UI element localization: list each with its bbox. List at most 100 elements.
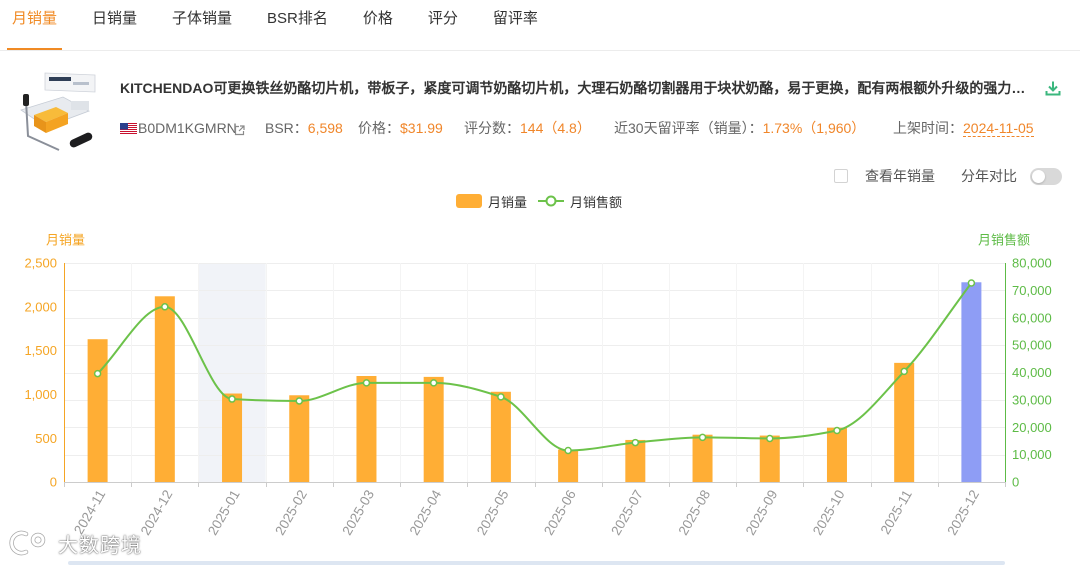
- monthly-sales-bar-2025-04[interactable]: [423, 376, 444, 482]
- y-axis-right-tick-label: 30,000: [1012, 392, 1052, 407]
- monthly-revenue-point-2025-04[interactable]: [429, 379, 438, 387]
- x-axis-tick-label: 2025-12: [944, 487, 982, 537]
- sales-revenue-chart[interactable]: 月销量 月销售额 0 500 1,000 1,500 2,000 2,500 0 10,000 20…: [0, 225, 1080, 565]
- price-info: 价格：$31.99: [358, 119, 443, 137]
- monthly-sales-bar-2025-02[interactable]: [289, 395, 310, 482]
- y-axis-left-tick-label: 2,000: [24, 299, 57, 314]
- year-compare-toggle[interactable]: [1030, 168, 1062, 185]
- monthly-sales-bar-2025-09[interactable]: [759, 435, 780, 482]
- year-compare-label: 分年对比: [961, 168, 1017, 184]
- legend-bar-swatch: [456, 194, 482, 208]
- monthly-revenue-point-2025-12[interactable]: [967, 279, 976, 287]
- monthly-sales-bar-2025-01[interactable]: [222, 393, 243, 482]
- bsr-info: BSR：6,598: [265, 119, 343, 137]
- ratings-value: 144（4.8）: [520, 120, 591, 136]
- x-axis-tick-label: 2025-09: [743, 487, 781, 537]
- y-axis-right-tick-label: 0: [1012, 475, 1019, 490]
- monthly-revenue-point-2025-06[interactable]: [564, 446, 572, 455]
- monthly-revenue-point-2025-01[interactable]: [228, 395, 236, 403]
- product-image[interactable]: [15, 70, 97, 156]
- yearly-sales-label[interactable]: 查看年销量: [865, 167, 935, 185]
- monthly-sales-bar-2024-11[interactable]: [87, 339, 108, 482]
- watermark-logo-icon: [9, 530, 46, 556]
- y-axis-right-tick-label: 60,000: [1012, 310, 1052, 325]
- y-axis-right-tick-label: 20,000: [1012, 420, 1052, 435]
- monthly-revenue-point-2025-09[interactable]: [766, 434, 774, 443]
- tab-daily-sales[interactable]: 日销量: [87, 0, 142, 50]
- monthly-sales-bar-2024-12[interactable]: [154, 296, 175, 482]
- x-axis-tick-label: 2025-03: [339, 487, 377, 537]
- download-icon[interactable]: [1045, 80, 1061, 96]
- y-axis-right-tick-label: 80,000: [1012, 256, 1052, 271]
- y-axis-left-tick-label: 500: [35, 431, 57, 446]
- bsr-value: 6,598: [307, 120, 343, 136]
- review-rate-info: 近30天留评率（销量）：1.73%（1,960）: [614, 119, 865, 137]
- listed-date-value[interactable]: 2024-11-05: [963, 120, 1034, 137]
- monthly-revenue-point-2025-02[interactable]: [295, 397, 303, 405]
- yearly-sales-checkbox[interactable]: [834, 169, 848, 183]
- listed-date-label: 上架时间：: [893, 120, 963, 136]
- x-axis-tick-label: 2025-05: [474, 487, 512, 537]
- monthly-revenue-point-2024-11[interactable]: [93, 369, 102, 378]
- x-axis-tick-label: 2025-11: [878, 487, 915, 537]
- tab-price[interactable]: 价格: [358, 0, 398, 50]
- monthly-sales-bar-2025-10[interactable]: [826, 427, 847, 482]
- y-axis-right-tick-label: 50,000: [1012, 338, 1052, 353]
- legend-monthly-sales-label: 月销量: [488, 194, 528, 210]
- legend-line-swatch: [538, 195, 564, 207]
- y-axis-left-tick-label: 1,500: [24, 343, 57, 358]
- monthly-revenue-point-2025-10[interactable]: [833, 426, 841, 435]
- cheese-slicer-product-image: [15, 70, 97, 156]
- toggle-knob: [1032, 170, 1045, 183]
- y-axis-left-tick-label: 2,500: [24, 256, 57, 271]
- monthly-revenue-point-2025-07[interactable]: [631, 438, 640, 447]
- review-rate-value: 1.73%（1,960）: [762, 120, 866, 136]
- monthly-sales-bar-2025-05[interactable]: [490, 391, 511, 482]
- y-axis-right-title: 月销售额: [978, 233, 1030, 248]
- monthly-revenue-point-2025-08[interactable]: [698, 433, 707, 442]
- tab-variant-sales[interactable]: 子体销量: [167, 0, 237, 50]
- bsr-label: BSR：: [265, 120, 308, 136]
- monthly-revenue-point-2025-05[interactable]: [497, 393, 505, 401]
- legend-monthly-revenue[interactable]: 月销售额: [538, 193, 623, 210]
- x-axis-tick-label: 2025-08: [675, 487, 713, 537]
- monthly-sales-bar-2025-03[interactable]: [356, 376, 377, 482]
- price-value: $31.99: [400, 120, 443, 136]
- tab-review-rate[interactable]: 留评率: [488, 0, 543, 50]
- x-axis-tick-label: 2024-12: [138, 487, 176, 537]
- price-label: 价格：: [358, 120, 400, 136]
- monthly-sales-bar-2025-11[interactable]: [894, 362, 915, 482]
- asin-link[interactable]: B0DM1KGMRN: [138, 119, 237, 137]
- product-title[interactable]: KITCHENDAO可更换铁丝奶酪切片机，带板子，紧度可调节奶酪切片机，大理石奶…: [120, 79, 1032, 97]
- legend-monthly-sales[interactable]: 月销量: [456, 193, 528, 210]
- tab-rating[interactable]: 评分: [423, 0, 463, 50]
- monthly-revenue-point-2025-03[interactable]: [362, 379, 371, 387]
- external-link-icon[interactable]: [234, 123, 245, 136]
- legend-monthly-revenue-label: 月销售额: [570, 194, 623, 210]
- x-axis-tick-label: 2025-10: [810, 487, 848, 537]
- y-axis-right-tick-label: 70,000: [1012, 283, 1052, 298]
- ratings-info: 评分数：144（4.8）: [464, 119, 591, 137]
- us-flag-icon: [120, 122, 137, 135]
- ratings-label: 评分数：: [464, 120, 520, 136]
- monthly-revenue-point-2024-12[interactable]: [161, 303, 169, 311]
- y-axis-right-tick-label: 40,000: [1012, 365, 1052, 380]
- watermark-text: 大数跨境: [58, 534, 142, 557]
- y-axis-left-tick-label: 1,000: [24, 387, 57, 402]
- x-axis-tick-label: 2025-04: [407, 487, 445, 538]
- x-axis-tick-label: 2025-06: [541, 487, 579, 537]
- monthly-sales-bar-2025-06[interactable]: [558, 449, 579, 482]
- y-axis-left-title: 月销量: [46, 233, 85, 248]
- x-axis-tick-label: 2025-07: [608, 487, 646, 537]
- tab-bsr-rank[interactable]: BSR排名: [262, 0, 333, 50]
- monthly-sales-bar-2025-08[interactable]: [692, 434, 713, 482]
- y-axis-right-tick-label: 10,000: [1012, 447, 1052, 462]
- monthly-revenue-point-2025-11[interactable]: [900, 367, 908, 376]
- tab-monthly-sales[interactable]: 月销量: [7, 0, 63, 50]
- review-rate-label: 近30天留评率（销量）：: [614, 120, 763, 136]
- monthly-sales-bar-2025-12[interactable]: [961, 282, 982, 482]
- data-zoom-slider[interactable]: [68, 561, 1005, 565]
- watermark: 大数跨境: [8, 527, 142, 559]
- listed-date-info: 上架时间：2024-11-05: [893, 119, 1034, 137]
- x-axis-tick-label: 2025-02: [272, 487, 310, 537]
